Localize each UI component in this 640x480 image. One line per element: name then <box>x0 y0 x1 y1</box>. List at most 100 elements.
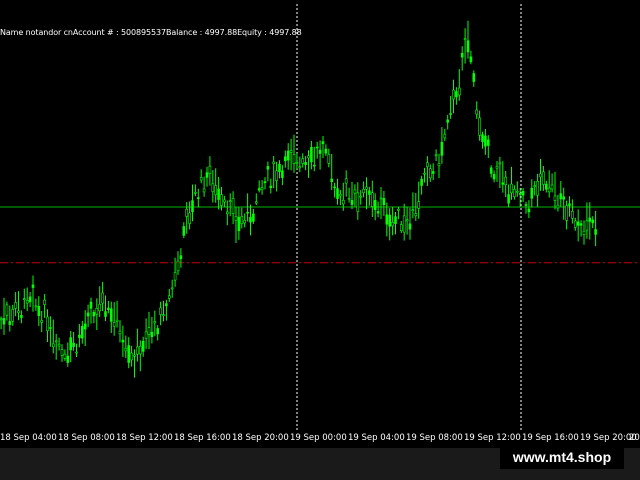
candle-body <box>492 173 496 180</box>
candle-body <box>498 162 502 165</box>
candle-body <box>275 170 278 182</box>
candle-body <box>69 337 72 351</box>
candle-body <box>344 178 348 184</box>
x-tick-label: 19 Sep 00:00 <box>290 433 347 443</box>
candle-body <box>8 321 12 325</box>
candle-body <box>579 223 583 226</box>
candle-body <box>559 193 563 200</box>
candle-body <box>179 255 183 260</box>
candle-body <box>255 201 258 204</box>
candle-body <box>263 181 267 184</box>
candle-body <box>359 195 363 198</box>
candle-body <box>20 314 23 318</box>
candle-body <box>11 309 14 322</box>
equity-label: Equity <box>237 28 262 37</box>
candle-body <box>257 188 261 191</box>
candle-body <box>124 348 128 352</box>
candle-body <box>382 198 386 205</box>
candle-body <box>63 353 67 359</box>
candle-body <box>594 229 597 235</box>
candle-body <box>446 119 450 123</box>
candle-body <box>202 188 206 193</box>
candle-body <box>37 305 41 316</box>
candle-body <box>289 150 293 153</box>
candle-body <box>208 165 212 174</box>
candle-body <box>562 196 566 200</box>
candle-body <box>240 216 244 225</box>
candle-body <box>231 198 235 215</box>
candle-body <box>121 339 125 343</box>
candle-body <box>40 320 44 323</box>
candle-body <box>165 303 168 307</box>
candle-body <box>217 188 220 200</box>
x-tick-label: 18 Sep 20:00 <box>232 433 289 443</box>
candle-body <box>115 319 119 322</box>
candle-body <box>443 133 447 139</box>
candle-body <box>521 191 525 196</box>
candle-body <box>385 214 389 225</box>
account-info-line: Name notandor cnAccount # : 500895537Bal… <box>0 28 302 37</box>
candle-body <box>243 220 246 224</box>
candle-body <box>0 318 3 321</box>
x-tick-label: 18 Sep 04:00 <box>0 433 57 443</box>
candle-body <box>278 163 281 172</box>
candle-body <box>92 311 96 317</box>
candle-body <box>283 156 287 162</box>
candle-body <box>112 322 116 327</box>
candle-body <box>104 311 107 317</box>
candle-body <box>28 296 32 303</box>
candle-body <box>49 327 52 329</box>
candle-body <box>246 211 249 214</box>
candle-body <box>89 301 93 309</box>
candle-body <box>318 149 322 154</box>
candle-body <box>414 213 418 217</box>
candle-body <box>133 354 136 357</box>
x-tick-label: 19 Sep 04:00 <box>348 433 405 443</box>
candle-body <box>304 162 307 166</box>
candle-body <box>437 163 441 167</box>
candle-body <box>139 345 142 355</box>
candle-body <box>475 109 479 115</box>
candle-body <box>101 292 104 304</box>
candlestick-plot[interactable] <box>0 0 640 430</box>
candle-body <box>194 192 197 194</box>
candle-body <box>266 166 270 170</box>
candle-body <box>156 328 159 335</box>
candle-body <box>260 187 264 191</box>
candle-body <box>495 165 499 169</box>
candle-body <box>234 216 238 221</box>
candle-body <box>353 189 357 194</box>
candle-body <box>147 327 151 335</box>
candle-body <box>431 171 435 174</box>
candle-body <box>327 154 331 164</box>
candle-body <box>428 168 432 179</box>
candle-body <box>321 141 325 145</box>
candle-body <box>440 141 444 156</box>
candle-body <box>527 208 531 213</box>
candle-body <box>585 220 589 231</box>
candle-body <box>14 302 17 309</box>
candle-body <box>452 89 455 100</box>
candle-body <box>72 342 75 347</box>
candle-body <box>350 200 354 205</box>
candle-body <box>78 334 81 338</box>
candle-body <box>295 162 299 164</box>
candle-body <box>420 178 423 186</box>
candle-body <box>252 213 255 222</box>
candle-body <box>228 200 232 202</box>
candle-body <box>57 343 61 347</box>
candle-body <box>211 183 215 192</box>
candle-body <box>489 167 493 174</box>
account-value: 500895537 <box>121 28 166 37</box>
x-tick-label: 19 Sep 08:00 <box>406 433 463 443</box>
candle-body <box>22 298 26 301</box>
candle-body <box>333 186 336 189</box>
candle-body <box>391 222 394 227</box>
price-chart[interactable]: Name notandor cnAccount # : 500895537Bal… <box>0 0 640 430</box>
candle-body <box>249 216 252 223</box>
candle-body <box>81 325 84 339</box>
name-value: notandor cn <box>25 28 73 37</box>
candle-body <box>43 299 46 305</box>
candle-body <box>226 211 229 215</box>
candle-body <box>556 204 560 209</box>
